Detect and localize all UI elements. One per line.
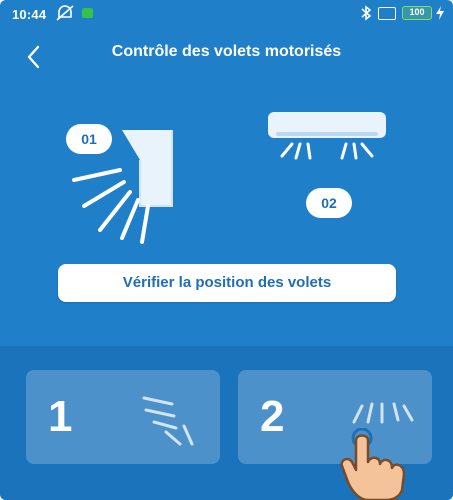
badge-01: 01	[66, 124, 112, 154]
vent-tile-1[interactable]: 1	[26, 370, 220, 464]
bluetooth-icon	[361, 5, 372, 21]
mute-icon	[56, 5, 74, 21]
tap-hand-icon	[340, 428, 406, 500]
sim-icon	[378, 7, 396, 20]
check-vents-button[interactable]: Vérifier la position des volets	[58, 264, 396, 302]
status-bar: 10:44 100	[0, 0, 453, 28]
header: Contrôle des volets motorisés	[0, 28, 453, 86]
tile-number: 2	[260, 392, 285, 441]
charging-icon	[436, 6, 444, 20]
page-title: Contrôle des volets motorisés	[111, 43, 342, 60]
split-ac-icon	[268, 112, 386, 160]
battery-icon: 100	[402, 6, 432, 20]
vent-illustration: 01 02	[0, 86, 453, 346]
notification-icon	[82, 8, 93, 18]
app-screen: 10:44 100 Contrôle des volets motorisés	[0, 0, 453, 500]
status-time: 10:44	[12, 7, 47, 22]
tile-number: 1	[48, 392, 73, 441]
back-chevron-icon[interactable]	[22, 42, 46, 72]
airflow-icon	[142, 396, 194, 446]
badge-02: 02	[306, 188, 352, 218]
